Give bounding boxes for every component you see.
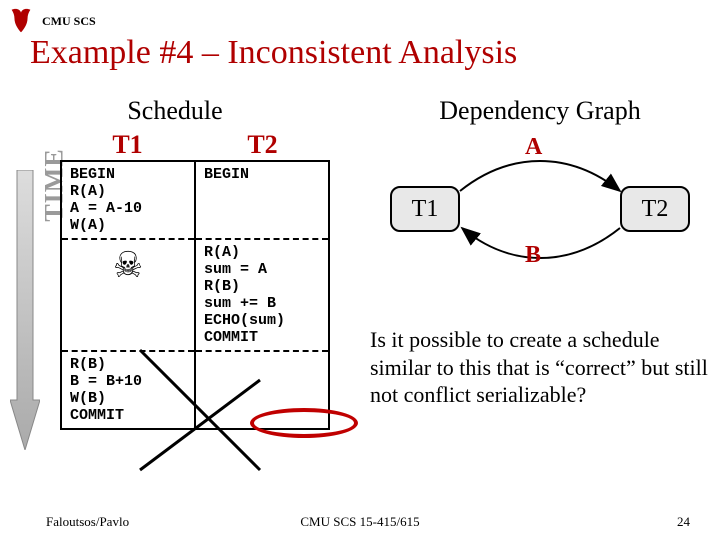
skull-icon: ☠ (61, 239, 195, 351)
slide-title: Example #4 – Inconsistent Analysis (30, 34, 517, 72)
t1-label: T1 (60, 130, 195, 160)
dependency-graph: A T1 T2 B (370, 136, 710, 286)
dep-title: Dependency Graph (370, 96, 710, 126)
footer-mid: CMU SCS 15-415/615 (0, 514, 720, 530)
schedule-title: Schedule (0, 96, 350, 126)
schedule-column: Schedule T1 T2 BEGIN R(A) A = A-10 W(A)B… (0, 96, 350, 430)
schedule-table: BEGIN R(A) A = A-10 W(A)BEGIN ☠R(A) sum … (60, 160, 330, 430)
t2-label: T2 (195, 130, 330, 160)
dependency-column: Dependency Graph A T1 T2 B Is it possibl… (370, 96, 710, 409)
cell-r3c1: R(B) B = B+10 W(B) COMMIT (61, 351, 195, 429)
footer-right: 24 (677, 514, 690, 530)
node-t2: T2 (620, 186, 690, 232)
cell-r3c2 (195, 351, 329, 429)
header: CMU SCS (6, 6, 96, 36)
node-t1: T1 (390, 186, 460, 232)
cell-r1c1: BEGIN R(A) A = A-10 W(A) (61, 161, 195, 239)
question-text: Is it possible to create a schedule simi… (370, 326, 710, 409)
cell-r1c2: BEGIN (195, 161, 329, 239)
logo-icon (6, 6, 36, 36)
slide: CMU SCS Example #4 – Inconsistent Analys… (0, 0, 720, 540)
header-org: CMU SCS (42, 14, 96, 29)
edge-label-b: B (525, 242, 541, 269)
cell-r2c2: R(A) sum = A R(B) sum += B ECHO(sum) COM… (195, 239, 329, 351)
